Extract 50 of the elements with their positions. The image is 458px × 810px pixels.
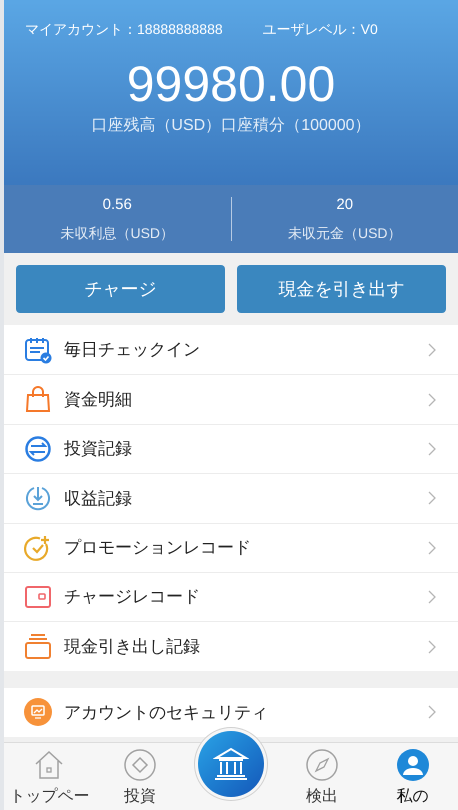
- menu-item[interactable]: 資金明細: [4, 374, 458, 424]
- stat-label: 未収元金（USD）: [288, 224, 402, 243]
- action-button[interactable]: 現金を引き出す: [237, 265, 446, 313]
- menu-item[interactable]: 毎日チェックイン: [4, 325, 458, 374]
- bag-icon: [24, 386, 52, 414]
- chevron-right-icon: [428, 705, 436, 720]
- chevron-right-icon: [428, 590, 436, 604]
- menu-item[interactable]: アカウントのセキュリティ: [4, 688, 458, 738]
- account-text: マイアカウント：18888888888: [25, 20, 223, 39]
- calendar-icon: [24, 336, 52, 364]
- menu-label: チャージレコード: [64, 586, 201, 608]
- chevron-right-icon: [428, 491, 436, 506]
- nav-tab[interactable]: トップペー: [4, 743, 95, 810]
- badge-plus-icon: [24, 534, 52, 562]
- menu-item[interactable]: 収益記録: [4, 473, 458, 523]
- nav-tab[interactable]: 検出: [276, 743, 368, 810]
- monitor-icon: [24, 698, 52, 726]
- balance-amount: 99980.00: [126, 56, 336, 112]
- exchange-icon: [24, 434, 52, 463]
- chevron-right-icon: [428, 640, 436, 654]
- center-bank-button[interactable]: [198, 731, 264, 797]
- menu-label: 資金明細: [64, 388, 133, 411]
- chevron-right-icon: [428, 540, 436, 555]
- home-icon: [33, 749, 66, 781]
- menu-label: 投資記録: [64, 438, 133, 460]
- chevron-right-icon: [428, 392, 436, 407]
- nav-tab[interactable]: 投資: [94, 743, 186, 810]
- stat-label: 未収利息（USD）: [60, 224, 174, 243]
- chevron-right-icon: [428, 342, 436, 357]
- chevron-right-icon: [428, 442, 436, 456]
- compass-icon: [306, 749, 338, 781]
- menu-item[interactable]: プロモーションレコード: [4, 522, 458, 572]
- download-icon: [24, 484, 52, 512]
- menu-label: 現金引き出し記録: [64, 636, 201, 658]
- stat-value: 20: [336, 195, 354, 216]
- menu-label: アカウントのセキュリティ: [64, 702, 269, 724]
- bank-icon: [212, 747, 249, 781]
- menu-item[interactable]: チャージレコード: [4, 572, 458, 622]
- menu-label: 毎日チェックイン: [64, 338, 201, 361]
- menu-label: プロモーションレコード: [64, 537, 252, 559]
- balance-caption: 口座残高（USD）口座積分（100000）: [91, 116, 371, 136]
- nav-tab[interactable]: 私の: [367, 743, 458, 810]
- action-button[interactable]: チャージ: [16, 265, 225, 313]
- level-text: ユーザレベル：V0: [262, 20, 378, 39]
- stack-icon: [24, 632, 52, 661]
- menu-item[interactable]: 投資記録: [4, 424, 458, 474]
- menu-item[interactable]: 現金引き出し記録: [4, 621, 458, 671]
- user-icon: [396, 749, 429, 781]
- stat-value: 0.56: [102, 195, 132, 216]
- menu-label: 収益記録: [64, 488, 133, 510]
